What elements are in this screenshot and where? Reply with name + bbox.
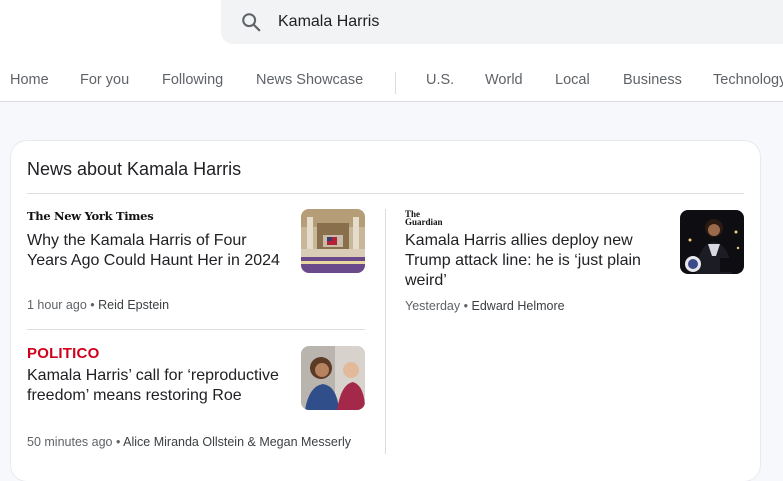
- meta-separator: •: [115, 435, 121, 449]
- article-time: 1 hour ago: [27, 298, 87, 312]
- source-logo-politico: POLITICO: [27, 345, 100, 362]
- article-headline[interactable]: Kamala Harris allies deploy new Trump at…: [405, 231, 667, 291]
- tab-for-you[interactable]: For you: [80, 72, 129, 88]
- article-author: Reid Epstein: [98, 298, 170, 312]
- tab-world[interactable]: World: [485, 72, 523, 88]
- article-nyt[interactable]: The New York Times Why the Kamala Harris…: [27, 209, 367, 319]
- article-thumbnail[interactable]: [680, 210, 744, 274]
- tab-home[interactable]: Home: [10, 72, 49, 88]
- article-guardian[interactable]: The Guardian Kamala Harris allies deploy…: [405, 209, 745, 319]
- search-icon[interactable]: [240, 11, 262, 33]
- article-headline[interactable]: Why the Kamala Harris of Four Years Ago …: [27, 231, 287, 271]
- section-title: News about Kamala Harris: [27, 159, 242, 179]
- news-card: News about Kamala Harris The New York Ti…: [11, 141, 760, 481]
- row-divider: [27, 329, 365, 330]
- search-input[interactable]: [278, 9, 678, 35]
- meta-separator: •: [90, 298, 95, 312]
- source-logo-guardian: The Guardian: [405, 209, 443, 227]
- article-meta: Yesterday • Edward Helmore: [405, 299, 565, 313]
- tab-news-showcase[interactable]: News Showcase: [256, 72, 363, 88]
- article-time: Yesterday: [405, 299, 461, 313]
- tab-local[interactable]: Local: [555, 72, 590, 88]
- source-logo-nyt: The New York Times: [27, 209, 154, 223]
- article-politico[interactable]: POLITICO Kamala Harris’ call for ‘reprod…: [27, 345, 367, 457]
- column-divider: [385, 209, 386, 454]
- tab-technology[interactable]: Technology: [713, 72, 783, 88]
- article-meta: 1 hour ago • Reid Epstein: [27, 298, 169, 312]
- tab-following[interactable]: Following: [162, 72, 223, 88]
- top-bar: Home For you Following News Showcase U.S…: [0, 0, 783, 102]
- nav-tabs: Home For you Following News Showcase U.S…: [0, 72, 783, 96]
- article-thumbnail[interactable]: [301, 346, 365, 410]
- article-meta: 50 minutes ago • Alice Miranda Ollstein …: [27, 435, 351, 449]
- tab-us[interactable]: U.S.: [426, 72, 454, 88]
- article-thumbnail[interactable]: [301, 209, 365, 273]
- tab-business[interactable]: Business: [623, 72, 682, 88]
- meta-separator: •: [463, 299, 469, 313]
- article-time: 50 minutes ago: [27, 435, 113, 449]
- search-bar[interactable]: [221, 0, 783, 44]
- article-author: Alice Miranda Ollstein & Megan Messerly: [123, 435, 352, 449]
- section-divider: [27, 193, 744, 194]
- article-headline[interactable]: Kamala Harris’ call for ‘reproductive fr…: [27, 366, 287, 406]
- nav-divider: [395, 72, 396, 94]
- article-author: Edward Helmore: [471, 299, 565, 313]
